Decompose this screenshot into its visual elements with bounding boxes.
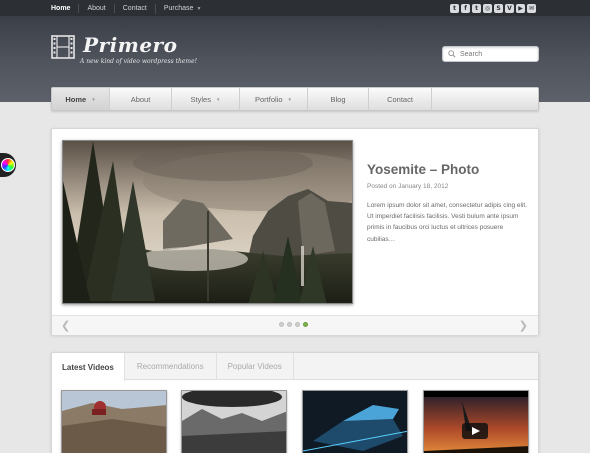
- slider-dot[interactable]: [287, 322, 292, 327]
- nav-item-blog[interactable]: Blog: [308, 88, 369, 110]
- nav-item-contact[interactable]: Contact: [369, 88, 432, 110]
- top-nav-home[interactable]: Home: [51, 4, 78, 13]
- color-wheel-icon: [1, 158, 15, 172]
- social-icons: t f t ◎ S V ▶ ✉: [450, 4, 536, 13]
- slider-dot[interactable]: [295, 322, 300, 327]
- videos-tabs: Latest Videos Recommendations Popular Vi…: [52, 353, 538, 381]
- nav-item-label: Styles: [190, 94, 211, 104]
- chevron-down-icon: ▼: [287, 96, 292, 102]
- slide-image[interactable]: [62, 140, 353, 304]
- mountain-thumbnail: [182, 391, 286, 453]
- slide-excerpt: Lorem ipsum dolor sit amet, consectetur …: [367, 202, 528, 243]
- vimeo-icon[interactable]: V: [505, 4, 514, 13]
- sunset-thumbnail: [424, 391, 528, 453]
- main-nav: Home ▼ About Styles ▼ Portfolio ▼ Blog Cont…: [51, 87, 539, 111]
- video-thumbnail[interactable]: [423, 390, 529, 453]
- style-switcher-toggle[interactable]: [0, 153, 16, 177]
- slider-dot-active[interactable]: [303, 322, 308, 327]
- tab-recommendations[interactable]: Recommendations: [125, 353, 217, 380]
- search-input[interactable]: Search: [442, 46, 539, 62]
- dribbble-icon[interactable]: ◎: [483, 4, 492, 13]
- chevron-down-icon: ▼: [215, 96, 221, 102]
- top-nav-purchase[interactable]: Purchase ▼: [154, 3, 210, 14]
- video-thumbnail[interactable]: [302, 390, 408, 453]
- slide-title[interactable]: Yosemite – Photo: [367, 162, 479, 177]
- email-icon[interactable]: ✉: [527, 4, 536, 13]
- site-tagline: A new kind of video wordpress theme!: [80, 58, 198, 65]
- chevron-down-icon: ▼: [91, 96, 96, 102]
- nav-item-about[interactable]: About: [110, 88, 172, 110]
- search-placeholder: Search: [460, 50, 483, 58]
- twitter-icon[interactable]: t: [450, 4, 459, 13]
- nav-item-label: Contact: [387, 94, 413, 104]
- slide-date: Posted on January 18, 2012: [367, 183, 449, 190]
- tumblr-icon[interactable]: t: [472, 4, 481, 13]
- nav-item-label: Blog: [330, 94, 346, 104]
- yosemite-photo: [63, 141, 352, 303]
- site-logo[interactable]: Primero: [83, 33, 177, 57]
- motocross-thumbnail: [62, 391, 166, 453]
- top-nav: Home About Contact Purchase ▼: [51, 0, 209, 17]
- videos-panel: Latest Videos Recommendations Popular Vi…: [51, 352, 539, 453]
- top-nav-about[interactable]: About: [78, 4, 113, 13]
- chevron-left-icon[interactable]: ❮: [61, 319, 70, 332]
- nav-item-portfolio[interactable]: Portfolio ▼: [240, 88, 308, 110]
- featured-slider: Yosemite – Photo Posted on January 18, 2…: [51, 128, 539, 335]
- tab-popular-videos[interactable]: Popular Videos: [217, 353, 294, 380]
- slider-dot[interactable]: [279, 322, 284, 327]
- skype-icon[interactable]: S: [494, 4, 503, 13]
- nav-item-label: About: [130, 94, 151, 104]
- video-thumbnail[interactable]: [181, 390, 287, 453]
- film-strip-icon: [51, 35, 75, 59]
- nav-item-label: Home: [65, 94, 87, 104]
- top-nav-purchase-label: Purchase: [163, 4, 194, 12]
- chevron-down-icon: ▼: [196, 5, 202, 12]
- tron-car-thumbnail: [303, 391, 407, 453]
- tab-latest-videos[interactable]: Latest Videos: [52, 353, 125, 381]
- nav-item-label: Portfolio: [255, 94, 283, 104]
- search-icon: [448, 50, 456, 58]
- slider-pagination: [279, 322, 308, 327]
- top-bar: Home About Contact Purchase ▼ t f t ◎ S V…: [0, 0, 590, 17]
- top-nav-contact[interactable]: Contact: [113, 4, 155, 13]
- nav-item-home[interactable]: Home ▼: [52, 88, 110, 110]
- slider-controls: ❮ ❯: [52, 315, 538, 335]
- chevron-right-icon[interactable]: ❯: [519, 319, 528, 332]
- nav-item-styles[interactable]: Styles ▼: [172, 88, 240, 110]
- facebook-icon[interactable]: f: [461, 4, 470, 13]
- video-thumbnail[interactable]: [61, 390, 167, 453]
- youtube-icon[interactable]: ▶: [516, 4, 525, 13]
